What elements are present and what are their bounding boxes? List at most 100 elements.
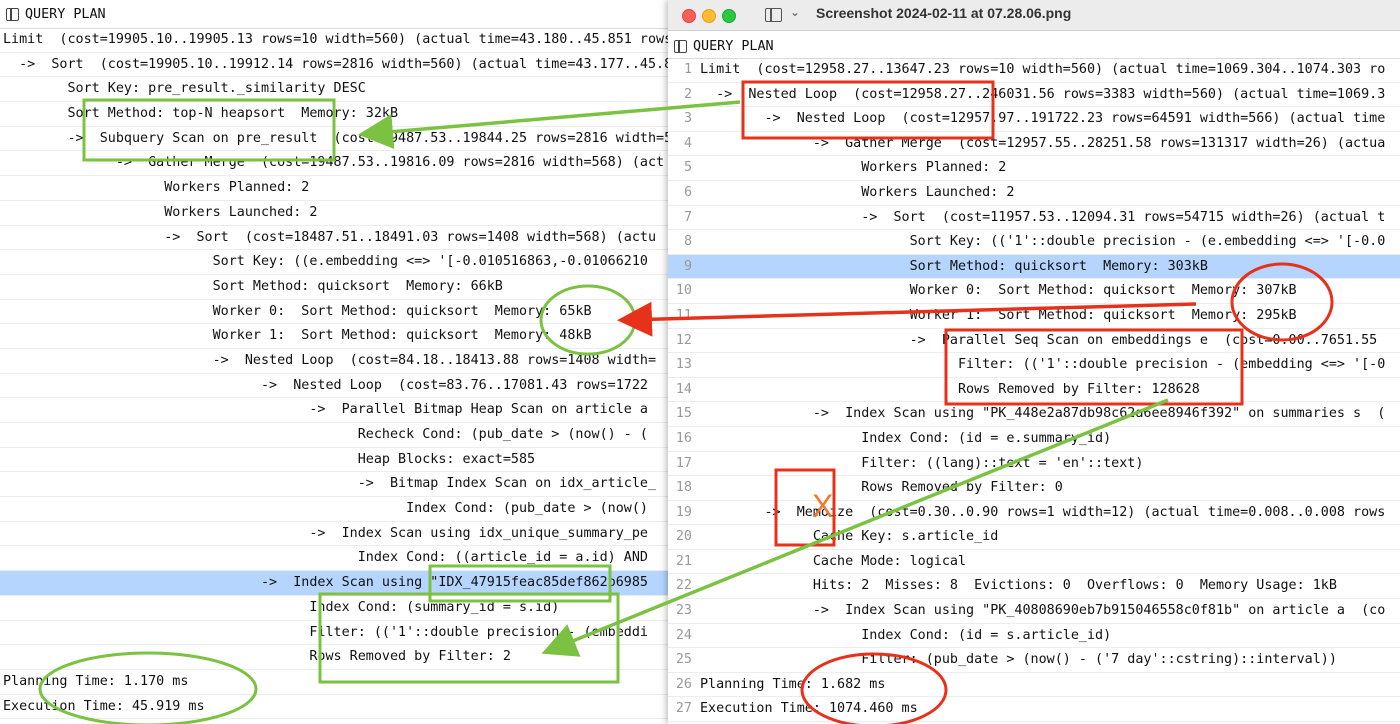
left-plan-row[interactable]: Worker 0: Sort Method: quicksort Memory:… — [0, 300, 668, 325]
plan-line-text: Sort Method: quicksort Memory: 303kB — [700, 258, 1208, 274]
chevron-down-icon[interactable]: ⌄ — [790, 5, 800, 19]
plan-line-text: -> Gather Merge (cost=12957.55..28251.58… — [700, 135, 1386, 151]
plan-line-text: Worker 1: Sort Method: quicksort Memory:… — [700, 307, 1297, 323]
left-plan-row[interactable]: -> Index Scan using idx_unique_summary_p… — [0, 522, 668, 547]
plan-line-text: -> Nested Loop (cost=12957.97..191722.23… — [700, 111, 1386, 127]
line-number: 7 — [683, 209, 692, 225]
left-plan-row[interactable]: Filter: (('1'::double precision - (embed… — [0, 621, 668, 646]
right-plan-row[interactable]: 10 Worker 0: Sort Method: quicksort Memo… — [668, 279, 1400, 304]
plan-line-text: Index Cond: (id = e.summary_id) — [700, 430, 1112, 446]
left-plan-row[interactable]: -> Bitmap Index Scan on idx_article_ — [0, 472, 668, 498]
left-plan-row[interactable]: Sort Method: quicksort Memory: 66kB — [0, 275, 668, 300]
right-plan-row[interactable]: 24 Index Cond: (id = s.article_id) — [668, 624, 1400, 649]
right-plan-row[interactable]: 26 Planning Time: 1.682 ms — [668, 673, 1400, 698]
line-number: 22 — [675, 578, 692, 594]
line-number: 24 — [675, 627, 692, 643]
window-title: Screenshot 2024-02-11 at 07.28.06.png — [816, 5, 1072, 21]
line-number: 5 — [683, 160, 692, 176]
right-plan-row[interactable]: 5 Workers Planned: 2 — [668, 156, 1400, 181]
right-plan-row[interactable]: 9 Sort Method: quicksort Memory: 303kB — [668, 254, 1400, 280]
left-plan-row[interactable]: Execution Time: 45.919 ms — [0, 695, 668, 720]
right-plan-rows: 1 Limit (cost=12958.27..13647.23 rows=10 … — [668, 58, 1400, 723]
right-header-label: QUERY PLAN — [693, 38, 774, 54]
line-number: 27 — [675, 701, 692, 717]
right-plan-row[interactable]: 8 Sort Key: (('1'::double precision - (e… — [668, 230, 1400, 255]
line-number: 21 — [675, 553, 692, 569]
left-plan-row[interactable]: -> Sort (cost=19905.10..19912.14 rows=28… — [0, 53, 668, 78]
plan-line-text: Filter: (('1'::double precision - (embed… — [700, 357, 1386, 373]
right-plan-row[interactable]: 4 -> Gather Merge (cost=12957.55..28251.… — [668, 132, 1400, 157]
zoom-window-button[interactable] — [722, 9, 736, 23]
right-plan-row[interactable]: 3 -> Nested Loop (cost=12957.97..191722.… — [668, 107, 1400, 132]
right-query-plan-header[interactable]: QUERY PLAN — [668, 34, 1400, 59]
plan-line-text: Filter: (pub_date > (now() - ('7 day'::c… — [700, 652, 1337, 668]
plan-line-text: -> Index Scan using "PK_448e2a87db98c62a… — [700, 406, 1386, 422]
left-plan-row[interactable]: Index Cond: (pub_date > (now() — [0, 497, 668, 522]
close-window-button[interactable] — [682, 9, 696, 23]
right-plan-row[interactable]: 23 -> Index Scan using "PK_40808690eb7b9… — [668, 599, 1400, 624]
line-number: 11 — [675, 307, 692, 323]
left-plan-row[interactable]: Sort Key: ((e.embedding <=> '[-0.0105168… — [0, 250, 668, 275]
right-plan-row[interactable]: 13 Filter: (('1'::double precision - (em… — [668, 353, 1400, 378]
cross-mark-memoize: X — [812, 488, 834, 524]
plan-line-text: Sort Key: (('1'::double precision - (e.e… — [700, 234, 1386, 250]
right-plan-row[interactable]: 14 Rows Removed by Filter: 128628 — [668, 378, 1400, 403]
plan-line-text: Rows Removed by Filter: 0 — [700, 480, 1063, 496]
right-plan-row[interactable]: 22 Hits: 2 Misses: 8 Evictions: 0 Overfl… — [668, 574, 1400, 600]
right-plan-row[interactable]: 7 -> Sort (cost=11957.53..12094.31 rows=… — [668, 206, 1400, 231]
left-plan-row[interactable]: -> Nested Loop (cost=83.76..17081.43 row… — [0, 374, 668, 399]
plan-line-text: Workers Planned: 2 — [700, 160, 1007, 176]
left-plan-row[interactable]: Workers Planned: 2 — [0, 176, 668, 201]
right-plan-row[interactable]: 19 -> Memoize (cost=0.30..0.90 rows=1 wi… — [668, 501, 1400, 526]
line-number: 12 — [675, 332, 692, 348]
right-plan-row[interactable]: 11 Worker 1: Sort Method: quicksort Memo… — [668, 304, 1400, 329]
right-plan-row[interactable]: 18 Rows Removed by Filter: 0 — [668, 476, 1400, 501]
line-number: 3 — [683, 111, 692, 127]
screenshot-preview-window: ⌄ Screenshot 2024-02-11 at 07.28.06.png … — [668, 0, 1400, 724]
plan-line-text: -> Index Scan using "PK_40808690eb7b9150… — [700, 603, 1386, 619]
minimize-window-button[interactable] — [702, 9, 716, 23]
right-plan-row[interactable]: 27 Execution Time: 1074.460 ms — [668, 697, 1400, 723]
line-number: 8 — [683, 234, 692, 250]
right-plan-row[interactable]: 1 Limit (cost=12958.27..13647.23 rows=10 … — [668, 58, 1400, 83]
line-number: 2 — [683, 86, 692, 102]
right-plan-row[interactable]: 16 Index Cond: (id = e.summary_id) — [668, 427, 1400, 452]
left-plan-row[interactable]: -> Parallel Bitmap Heap Scan on article … — [0, 398, 668, 423]
left-plan-row[interactable]: -> Index Scan using "IDX_47915feac85def8… — [0, 571, 668, 596]
plan-line-text: Hits: 2 Misses: 8 Evictions: 0 Overflows… — [700, 578, 1337, 594]
right-plan-row[interactable]: 25 Filter: (pub_date > (now() - ('7 day'… — [668, 648, 1400, 673]
left-plan-row[interactable]: -> Nested Loop (cost=84.18..18413.88 row… — [0, 349, 668, 374]
line-number: 10 — [675, 283, 692, 299]
left-plan-row[interactable]: Worker 1: Sort Method: quicksort Memory:… — [0, 324, 668, 349]
left-header-label: QUERY PLAN — [25, 6, 106, 22]
left-query-plan-header[interactable]: QUERY PLAN — [0, 0, 668, 29]
right-plan-row[interactable]: 17 Filter: ((lang)::text = 'en'::text) — [668, 452, 1400, 477]
line-number: 13 — [675, 357, 692, 373]
line-number: 25 — [675, 652, 692, 668]
left-plan-row[interactable]: -> Sort (cost=18487.51..18491.03 rows=14… — [0, 226, 668, 251]
right-plan-row[interactable]: 2 -> Nested Loop (cost=12958.27..246031.… — [668, 83, 1400, 108]
line-number: 18 — [675, 480, 692, 496]
left-plan-row[interactable]: Workers Launched: 2 — [0, 201, 668, 226]
line-number: 14 — [675, 381, 692, 397]
sidebar-toggle-icon[interactable] — [765, 8, 782, 22]
plan-line-text: -> Memoize (cost=0.30..0.90 rows=1 width… — [700, 504, 1386, 520]
window-titlebar[interactable]: ⌄ Screenshot 2024-02-11 at 07.28.06.png — [668, 0, 1400, 31]
line-number: 9 — [683, 258, 692, 274]
plan-line-text: Workers Launched: 2 — [700, 184, 1015, 200]
left-plan-row[interactable]: Limit (cost=19905.10..19905.13 rows=10 w… — [0, 28, 668, 53]
line-number: 17 — [675, 455, 692, 471]
line-number: 20 — [675, 529, 692, 545]
plan-line-text: Worker 0: Sort Method: quicksort Memory:… — [700, 283, 1297, 299]
left-plan-row[interactable]: Sort Key: pre_result._similarity DESC — [0, 77, 668, 103]
right-plan-row[interactable]: 15 -> Index Scan using "PK_448e2a87db98c… — [668, 402, 1400, 427]
line-number: 1 — [683, 62, 692, 77]
plan-line-text: Planning Time: 1.682 ms — [700, 676, 886, 692]
right-plan-row[interactable]: 21 Cache Mode: logical — [668, 550, 1400, 575]
line-number: 4 — [683, 135, 692, 151]
left-plan-row[interactable]: Heap Blocks: exact=585 — [0, 448, 668, 473]
plan-line-text: Rows Removed by Filter: 128628 — [700, 381, 1200, 397]
right-plan-row[interactable]: 6 Workers Launched: 2 — [668, 181, 1400, 206]
line-number: 15 — [675, 406, 692, 422]
left-plan-row[interactable]: Recheck Cond: (pub_date > (now() - ( — [0, 423, 668, 448]
